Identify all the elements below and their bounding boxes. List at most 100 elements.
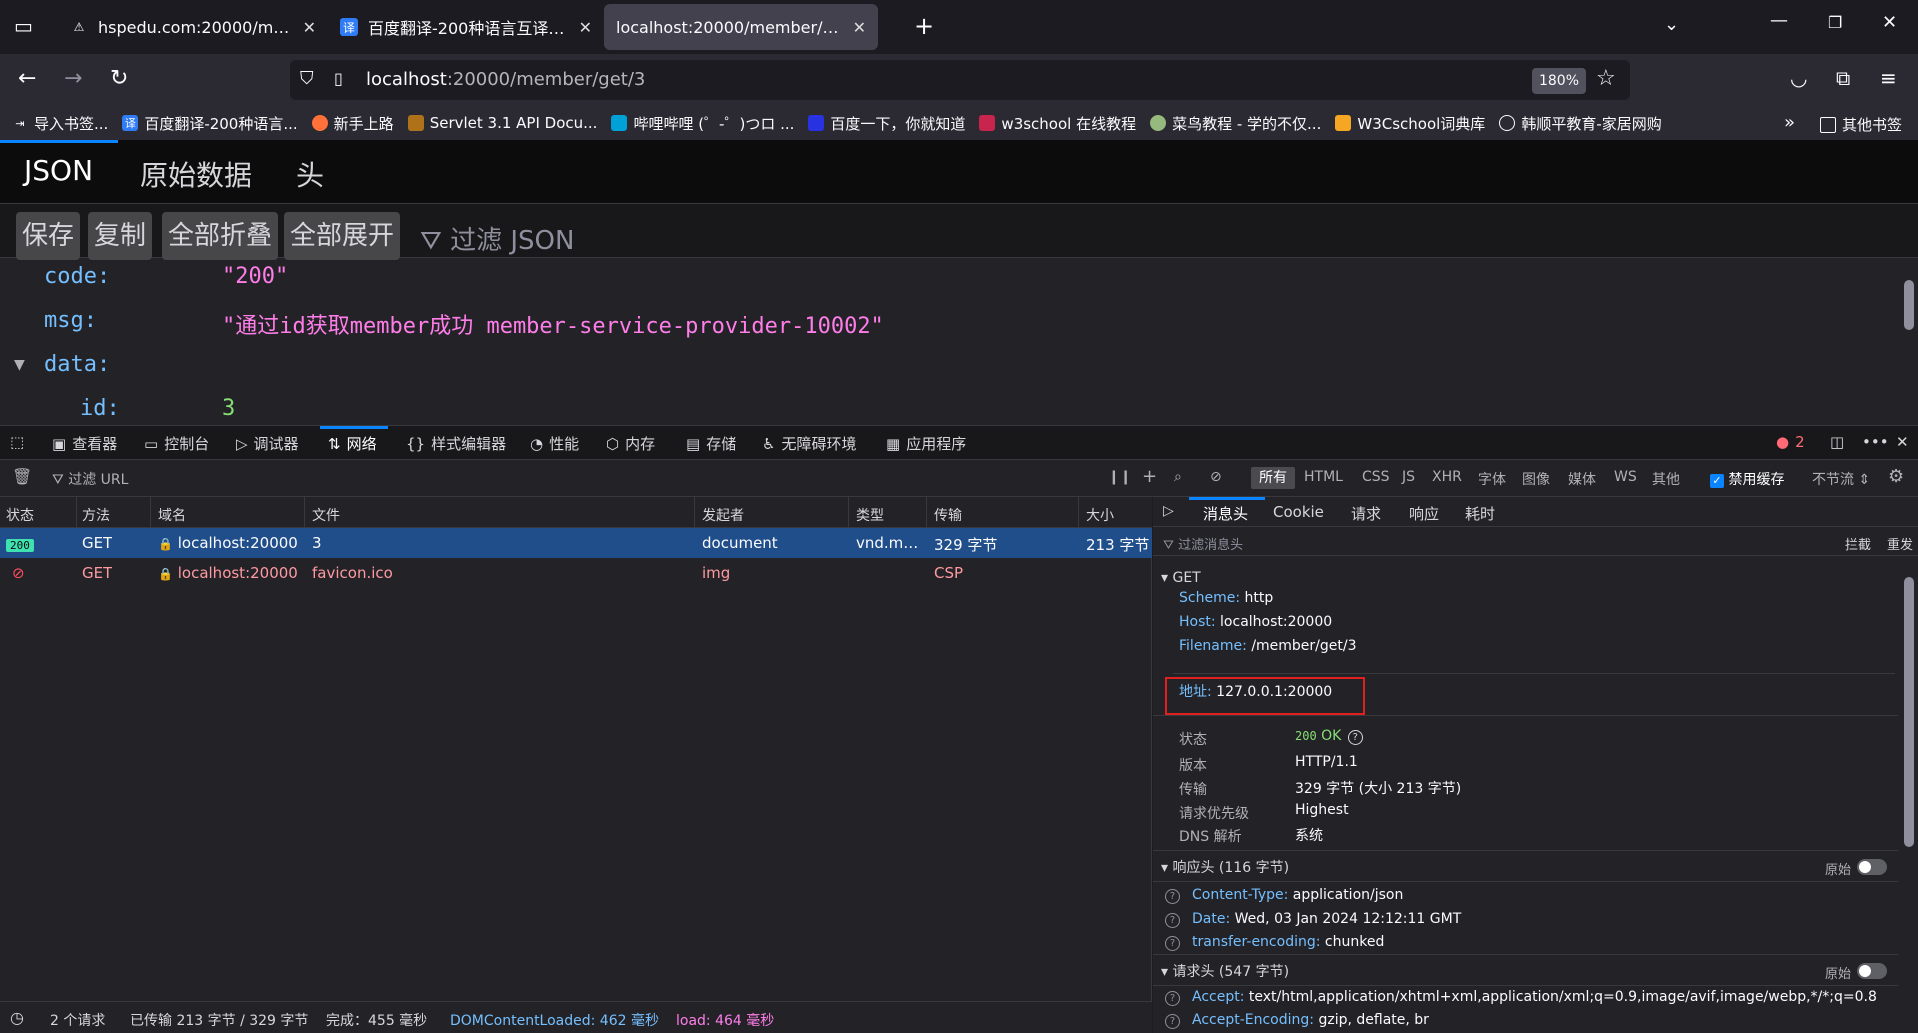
table-row[interactable]: ⊘ GET 🔒 localhost:20000 favicon.ico img …	[0, 558, 1152, 588]
bookmark-w3school[interactable]: w3school 在线教程	[979, 113, 1136, 134]
expand-triangle-icon[interactable]: ▼	[14, 354, 25, 375]
tab-performance[interactable]: ◔ 性能	[530, 433, 579, 454]
bookmark-w3cschool[interactable]: W3Cschool词典库	[1335, 113, 1485, 134]
browser-tab-localhost[interactable]: localhost:20000/member/get/3 ✕	[604, 4, 878, 50]
element-picker-icon[interactable]: ⬚	[10, 433, 24, 451]
trash-icon[interactable]: 🗑	[12, 467, 32, 486]
filter-js[interactable]: JS	[1402, 469, 1415, 485]
restore-icon[interactable]: ❐	[1828, 13, 1842, 32]
tab-debugger[interactable]: ▷ 调试器	[236, 433, 299, 454]
url-bar[interactable]: ⛉ ▯ localhost:20000/member/get/3 180% ☆	[290, 60, 1630, 100]
filter-ws[interactable]: WS	[1614, 469, 1637, 485]
tab-cookie[interactable]: Cookie	[1273, 503, 1324, 521]
tab-headers[interactable]: 头	[296, 154, 324, 194]
column-file[interactable]: 文件	[312, 505, 340, 525]
resend-button[interactable]: 重发	[1887, 534, 1913, 553]
json-row[interactable]: code: "200"	[0, 264, 1900, 304]
bookmark-baidu[interactable]: 百度一下，你就知道	[808, 113, 965, 134]
help-icon[interactable]: ?	[1165, 936, 1180, 951]
column-status[interactable]: 状态	[6, 505, 34, 525]
extensions-icon[interactable]: ⧉	[1836, 66, 1850, 90]
raw-request-toggle[interactable]	[1857, 963, 1887, 979]
table-row[interactable]: 200 GET 🔒 localhost:20000 3 document vnd…	[0, 528, 1152, 558]
error-count-badge[interactable]: ● 2	[1776, 433, 1805, 451]
pocket-icon[interactable]: ◡	[1790, 66, 1807, 90]
bookmark-hanshunping[interactable]: 韩顺平教育-家居网购	[1499, 113, 1662, 134]
star-icon[interactable]: ☆	[1596, 66, 1616, 91]
column-size[interactable]: 大小	[1086, 505, 1114, 525]
block-icon[interactable]: ⊘	[1210, 469, 1222, 485]
tab-response[interactable]: 响应	[1409, 503, 1439, 524]
url-text[interactable]: localhost:20000/member/get/3	[366, 69, 645, 90]
raw-response-toggle[interactable]	[1857, 859, 1887, 875]
save-button[interactable]: 保存	[16, 212, 81, 260]
browser-tab-baidu-translate[interactable]: 译 百度翻译-200种语言互译、沟通 ✕	[328, 4, 604, 50]
tab-storage[interactable]: ▤ 存储	[686, 433, 736, 454]
filter-images[interactable]: 图像	[1522, 469, 1550, 489]
toggle-sidebar-icon[interactable]: ▷	[1163, 503, 1174, 519]
chevron-right-icon[interactable]: »	[1784, 112, 1795, 133]
forward-icon[interactable]: →	[64, 66, 82, 91]
tab-inspector[interactable]: ▣ 查看器	[52, 433, 117, 454]
tab-request[interactable]: 请求	[1351, 503, 1381, 524]
tab-console[interactable]: ▭ 控制台	[144, 433, 209, 454]
devtools-close-icon[interactable]: ✕	[1896, 433, 1909, 451]
response-headers-toggle[interactable]: ▾ 响应头 (116 字节)	[1161, 857, 1289, 877]
page-icon[interactable]: ▯	[334, 69, 343, 88]
bookmark-runoob[interactable]: 菜鸟教程 - 学的不仅...	[1150, 113, 1321, 134]
shield-icon[interactable]: ⛉	[300, 68, 314, 89]
tab-json[interactable]: JSON	[24, 154, 93, 187]
bookmark-import[interactable]: ⇥ 导入书签...	[12, 113, 108, 134]
menu-icon[interactable]: ≡	[1880, 66, 1897, 90]
filter-css[interactable]: CSS	[1362, 469, 1390, 485]
json-row[interactable]: id: 3	[0, 396, 1900, 425]
bookmark-bilibili[interactable]: 哔哩哔哩 (゜-゜)つロ ...	[611, 113, 794, 134]
tab-style-editor[interactable]: {} 样式编辑器	[406, 433, 506, 454]
json-filter-input[interactable]: ⛛ 过滤 JSON	[420, 220, 574, 257]
column-initiator[interactable]: 发起者	[702, 505, 744, 525]
bookmark-servlet[interactable]: Servlet 3.1 API Docu...	[407, 114, 597, 132]
more-icon[interactable]: •••	[1862, 433, 1889, 451]
column-type[interactable]: 类型	[856, 505, 884, 525]
details-scrollbar[interactable]	[1900, 557, 1918, 1033]
filter-media[interactable]: 媒体	[1568, 469, 1596, 489]
tab-timings[interactable]: 耗时	[1465, 503, 1495, 524]
close-icon[interactable]: ✕	[853, 18, 866, 37]
bookmark-getting-started[interactable]: 新手上路	[311, 113, 394, 134]
help-icon[interactable]: ?	[1165, 1014, 1180, 1029]
new-tab-icon[interactable]: +	[914, 12, 934, 40]
headers-filter-input[interactable]: ⛛ 过滤消息头 拦截 重发	[1153, 528, 1918, 556]
close-icon[interactable]: ✕	[303, 18, 316, 37]
column-domain[interactable]: 域名	[158, 505, 186, 525]
settings-gear-icon[interactable]: ⚙	[1888, 466, 1904, 487]
json-row[interactable]: ▼ data:	[0, 352, 1900, 392]
request-headers-toggle[interactable]: ▾ 请求头 (547 字节)	[1161, 961, 1289, 981]
add-icon[interactable]: +	[1142, 466, 1157, 487]
get-section-toggle[interactable]: ▾ GET	[1161, 570, 1201, 586]
bookmark-other[interactable]: 其他书签	[1820, 114, 1902, 135]
help-icon[interactable]: ?	[1347, 730, 1363, 745]
filter-url-input[interactable]: ⛛ 过滤 URL	[52, 469, 128, 489]
tab-list-icon[interactable]: ▭	[14, 14, 33, 38]
filter-html[interactable]: HTML	[1304, 469, 1343, 485]
reload-icon[interactable]: ↻	[110, 66, 128, 91]
filter-fonts[interactable]: 字体	[1478, 469, 1506, 489]
help-icon[interactable]: ?	[1165, 991, 1180, 1006]
window-close-icon[interactable]: ✕	[1882, 12, 1897, 33]
tab-accessibility[interactable]: ♿ 无障碍环境	[762, 433, 856, 454]
tab-memory[interactable]: ⬡ 内存	[606, 433, 655, 454]
help-icon[interactable]: ?	[1165, 913, 1180, 928]
collapse-all-button[interactable]: 全部折叠	[162, 212, 279, 260]
search-icon[interactable]: ⌕	[1174, 469, 1182, 485]
browser-tab-hspedu[interactable]: ⚠ hspedu.com:20000/member/ ✕	[58, 4, 328, 50]
back-icon[interactable]: ←	[18, 66, 36, 91]
disable-cache-checkbox[interactable]: ✓ 禁用缓存	[1710, 469, 1784, 489]
json-row[interactable]: msg: "通过id获取member成功 member-service-provi…	[0, 308, 1900, 348]
filter-xhr[interactable]: XHR	[1432, 469, 1462, 485]
zoom-level[interactable]: 180%	[1532, 68, 1586, 94]
json-scrollbar[interactable]	[1900, 260, 1918, 425]
bookmark-baidu-translate[interactable]: 译百度翻译-200种语言...	[122, 113, 298, 134]
filter-other[interactable]: 其他	[1652, 469, 1680, 489]
tab-raw-data[interactable]: 原始数据	[140, 154, 252, 194]
throttle-select[interactable]: 不节流 ⇕	[1812, 469, 1870, 489]
